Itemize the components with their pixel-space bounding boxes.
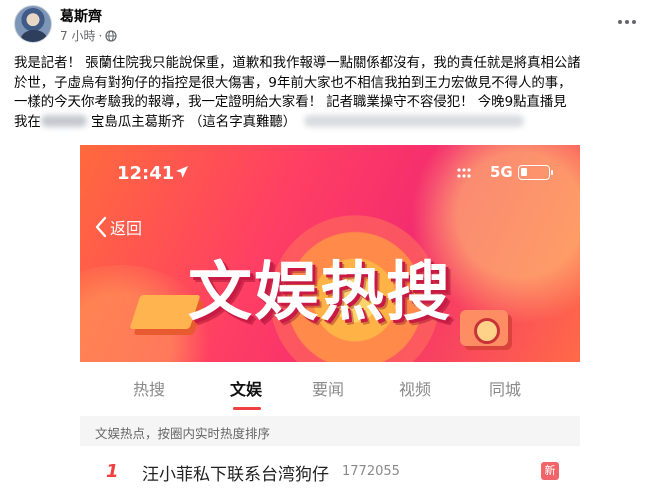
embedded-screenshot[interactable]: 12:41 5G 返回 文娱热搜 热搜 文娱 要闻 视频 同城 文娱热点，按圈内… [80, 145, 580, 502]
more-options-button[interactable] [613, 8, 641, 36]
tab-entertainment[interactable]: 文娱 [230, 376, 262, 400]
signal-icon [457, 168, 471, 178]
back-button[interactable]: 返回 [94, 215, 142, 239]
banner-title: 文娱热搜 [188, 256, 452, 330]
section-header-label: 文娱热点，按圈内实时热度排序 [95, 426, 271, 441]
redacted-text [40, 114, 87, 127]
more-dot-icon [625, 20, 629, 24]
tab-local[interactable]: 同城 [489, 376, 521, 400]
post-text-prefix: 我在 [14, 114, 41, 130]
tab-news[interactable]: 要闻 [312, 376, 344, 400]
camera-illustration [460, 310, 508, 346]
rank-number: 1 [106, 461, 119, 482]
post-text-line: 於世，子虛烏有對狗仔的指控是很大傷害，9年前大家也不相信我拍到王力宏做見不得人的… [14, 75, 572, 91]
hot-search-banner: 12:41 5G 返回 文娱热搜 [80, 145, 580, 362]
section-header: 文娱热点，按圈内实时热度排序 [80, 416, 580, 446]
hot-list-item[interactable]: 1 汪小菲私下联系台湾狗仔 1772055 新 [80, 449, 580, 495]
globe-icon [105, 29, 117, 42]
more-dot-icon [632, 20, 636, 24]
new-badge: 新 [541, 462, 559, 480]
category-tabs: 热搜 文娱 要闻 视频 同城 [80, 362, 580, 412]
status-time: 12:41 [117, 163, 175, 184]
active-tab-indicator [233, 407, 261, 410]
post-meta: 7 小時 · [60, 27, 117, 44]
avatar[interactable] [14, 5, 52, 43]
network-label: 5G [490, 163, 513, 181]
meta-separator: · [98, 28, 103, 43]
battery-icon [518, 165, 553, 180]
chevron-left-icon [95, 216, 107, 238]
hot-topic-title[interactable]: 汪小菲私下联系台湾狗仔 [142, 460, 329, 485]
tab-hot[interactable]: 热搜 [133, 376, 165, 400]
post-text-line: 我是記者！ 張蘭住院我只能說保重，道歉和我作報導一點關係都沒有，我的責任就是將真… [14, 56, 581, 71]
redacted-text [304, 114, 525, 127]
post-timestamp[interactable]: 7 小時 [60, 27, 95, 44]
more-dot-icon [618, 20, 622, 24]
location-arrow-icon [176, 166, 188, 178]
post-text: 我是記者！ 張蘭住院我只能說保重，道歉和我作報導一點關係都沒有，我的責任就是將真… [14, 54, 644, 132]
hot-count: 1772055 [342, 464, 400, 479]
post-text-suffix: 宝島瓜主葛斯齐 （這名字真難聽） [86, 114, 297, 130]
post-text-line: 我在 宝島瓜主葛斯齐 （這名字真難聽） [14, 113, 644, 133]
post-text-line: 一樣的今天你考驗我的報導，我一定證明給大家看！ 記者職業操守不容侵犯！ 今晚9點… [14, 95, 567, 111]
post-header: 葛斯齊 7 小時 · [0, 0, 655, 48]
back-label: 返回 [110, 219, 143, 238]
author-name[interactable]: 葛斯齊 [60, 6, 102, 26]
tab-video[interactable]: 视频 [399, 376, 431, 400]
